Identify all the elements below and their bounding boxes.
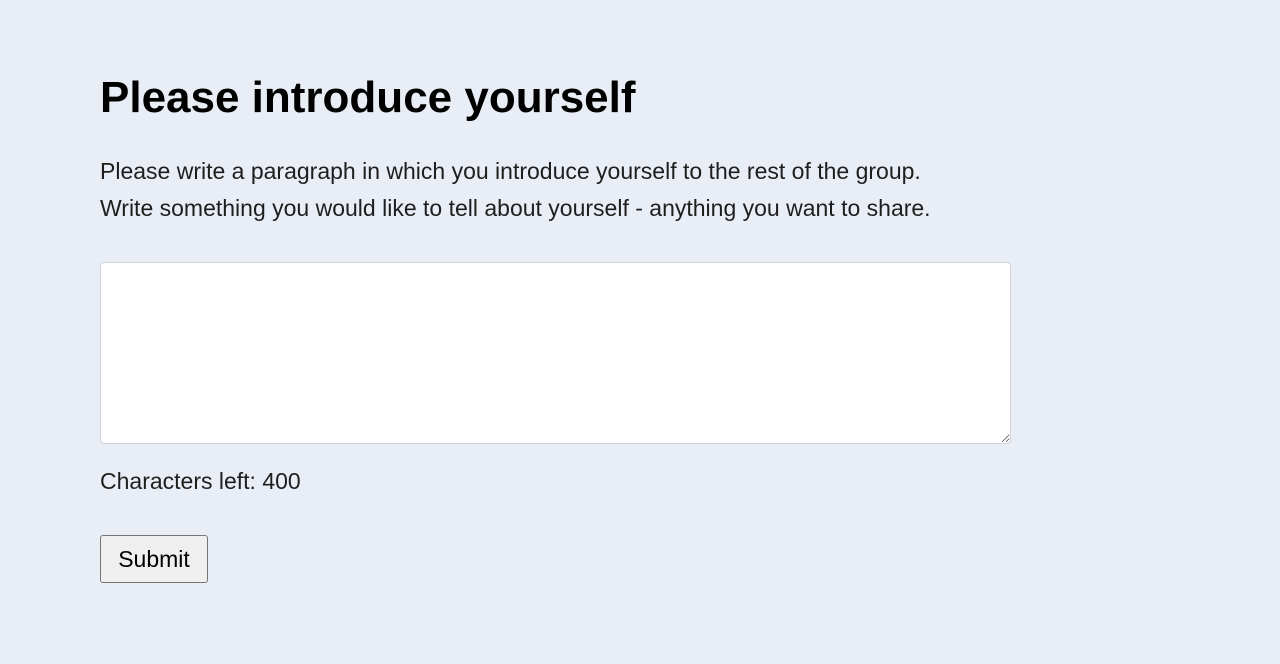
introduction-textarea[interactable] — [100, 262, 1011, 444]
instructions-line-1: Please write a paragraph in which you in… — [100, 158, 921, 184]
characters-left-counter: Characters left: 400 — [100, 468, 301, 494]
page-title: Please introduce yourself — [100, 73, 636, 122]
instructions: Please write a paragraph in which you in… — [100, 153, 931, 227]
instructions-line-2: Write something you would like to tell a… — [100, 195, 931, 221]
submit-button[interactable]: Submit — [100, 535, 208, 583]
